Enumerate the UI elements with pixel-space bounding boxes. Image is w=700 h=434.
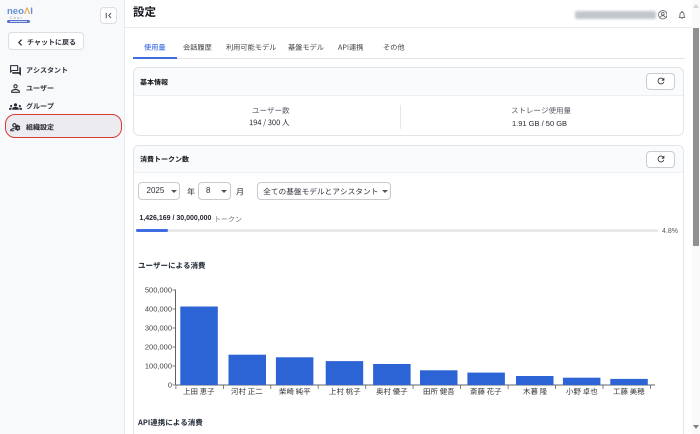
svg-text:500,000: 500,000 [145,286,172,295]
svg-text:0: 0 [168,381,172,390]
svg-text:100,000: 100,000 [145,362,172,371]
svg-text:400,000: 400,000 [145,305,172,314]
svg-text:300,000: 300,000 [145,324,172,333]
svg-text:200,000: 200,000 [145,343,172,352]
